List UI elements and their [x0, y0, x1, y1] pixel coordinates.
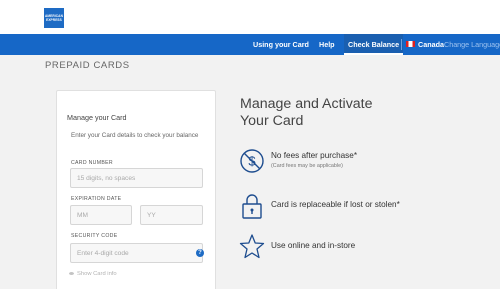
- form-help-text: Enter your Card details to check your ba…: [71, 132, 199, 139]
- logo-line2: EXPRESS: [46, 18, 62, 22]
- nav-item-help[interactable]: Help: [319, 34, 335, 55]
- page-title: PREPAID CARDS: [45, 60, 130, 71]
- manage-card-form: Manage your Card Enter your Card details…: [56, 90, 216, 289]
- top-header: AMERICAN EXPRESS: [0, 0, 500, 34]
- expiration-year-input[interactable]: [140, 205, 203, 225]
- card-number-label: CARD NUMBER: [71, 160, 113, 166]
- feature-no-fees-subtext: (Card fees may be applicable): [271, 163, 343, 169]
- promo-headline: Manage and Activate Your Card: [240, 96, 373, 129]
- no-fee-icon: $: [240, 149, 264, 173]
- nav-item-using-your-card[interactable]: Using your Card: [253, 34, 309, 55]
- star-icon: [239, 234, 265, 259]
- nav-divider: [401, 39, 402, 50]
- security-code-input[interactable]: [70, 243, 203, 263]
- form-title: Manage your Card: [67, 113, 127, 122]
- show-card-info-label: Show Card info: [77, 271, 117, 277]
- nav-country[interactable]: Canada: [406, 34, 444, 55]
- canada-flag-icon: [406, 41, 415, 48]
- expiration-month-input[interactable]: [70, 205, 132, 225]
- amex-logo[interactable]: AMERICAN EXPRESS: [44, 8, 64, 28]
- card-number-input[interactable]: [70, 168, 203, 188]
- change-language-link[interactable]: Change Language: [444, 34, 500, 55]
- feature-online-in-store-text: Use online and in-store: [271, 241, 356, 250]
- eye-icon: [69, 271, 74, 275]
- help-icon[interactable]: ?: [196, 249, 204, 257]
- nav-item-check-balance[interactable]: Check Balance: [344, 34, 404, 55]
- main-nav: Using your Card Help Check Balance Canad…: [0, 34, 500, 55]
- feature-no-fees-text: No fees after purchase*: [271, 151, 358, 160]
- country-label: Canada: [418, 40, 444, 49]
- feature-replaceable-text: Card is replaceable if lost or stolen*: [271, 200, 400, 209]
- show-card-info-toggle[interactable]: Show Card info: [69, 271, 117, 277]
- expiration-date-label: EXPIRATION DATE: [71, 196, 122, 202]
- lock-icon: [242, 194, 262, 219]
- security-code-label: SECURITY CODE: [71, 233, 118, 239]
